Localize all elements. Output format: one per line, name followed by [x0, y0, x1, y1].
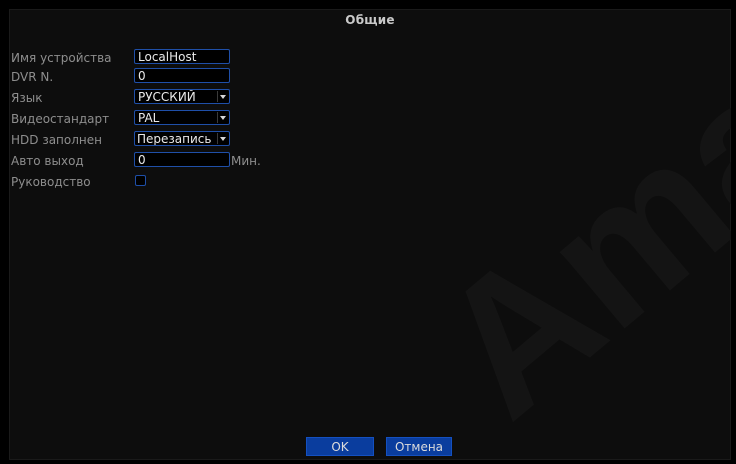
device-name-label: Имя устройства	[11, 51, 112, 65]
language-select[interactable]: РУССКИЙ	[134, 89, 230, 104]
video-standard-value: PAL	[138, 111, 160, 125]
auto-logout-row: Авто выход 0 Мин.	[9, 152, 729, 170]
device-name-input[interactable]: LocalHost	[134, 49, 230, 64]
language-row: Язык РУССКИЙ	[9, 89, 729, 107]
auto-logout-label: Авто выход	[11, 154, 84, 168]
device-name-row: Имя устройства LocalHost	[9, 49, 729, 67]
dvr-no-label: DVR N.	[11, 70, 54, 84]
dvr-no-row: DVR N. 0	[9, 68, 729, 86]
language-label: Язык	[11, 91, 43, 105]
auto-logout-input[interactable]: 0	[134, 152, 230, 167]
hdd-full-row: HDD заполнен Перезапись	[9, 131, 729, 149]
dvr-no-input[interactable]: 0	[134, 68, 230, 83]
chevron-down-icon[interactable]	[217, 133, 228, 144]
cancel-button[interactable]: Отмена	[386, 437, 452, 456]
chevron-down-icon[interactable]	[217, 91, 228, 102]
guide-row: Руководство	[9, 173, 729, 191]
hdd-full-select[interactable]: Перезапись	[134, 131, 230, 146]
video-standard-row: Видеостандарт PAL	[9, 110, 729, 128]
guide-checkbox[interactable]	[135, 175, 146, 186]
auto-logout-unit: Мин.	[231, 154, 261, 168]
guide-label: Руководство	[11, 175, 91, 189]
hdd-full-label: HDD заполнен	[11, 133, 102, 147]
video-standard-select[interactable]: PAL	[134, 110, 230, 125]
ok-button[interactable]: OK	[306, 437, 374, 456]
chevron-down-icon[interactable]	[217, 112, 228, 123]
language-value: РУССКИЙ	[138, 90, 196, 104]
video-standard-label: Видеостандарт	[11, 112, 110, 126]
dialog-title: Общие	[345, 13, 395, 27]
general-settings-dialog: Ama Общие Имя устройства LocalHost DVR N…	[9, 9, 731, 460]
hdd-full-value: Перезапись	[137, 132, 212, 146]
